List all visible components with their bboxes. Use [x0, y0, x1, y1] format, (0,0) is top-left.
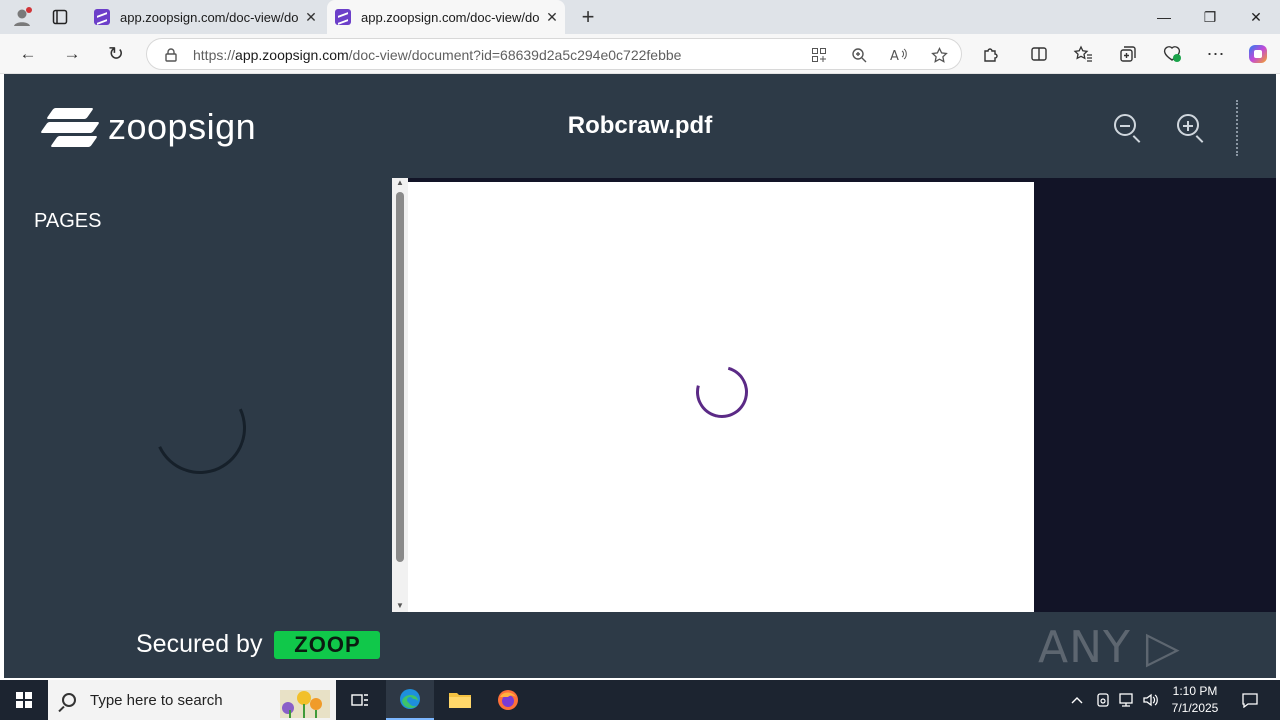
start-button[interactable]: [0, 680, 48, 720]
favorite-star-icon[interactable]: [927, 43, 951, 67]
chevron-up-icon: [1071, 697, 1083, 704]
thumbnail-loading-spinner: [141, 369, 259, 487]
header-divider: [1236, 100, 1238, 156]
back-button[interactable]: ←: [12, 38, 44, 70]
document-page[interactable]: [408, 182, 1034, 612]
minimize-button[interactable]: —: [1141, 0, 1187, 34]
app-available-icon[interactable]: [807, 43, 831, 67]
scroll-up-arrow-icon[interactable]: ▲: [392, 178, 408, 187]
app-footer: Secured by ZOOP ANY ▷ RUN: [4, 612, 1276, 724]
edge-taskbar-button[interactable]: [386, 680, 434, 720]
lock-icon[interactable]: [159, 43, 183, 67]
zoom-in-icon: [1177, 114, 1199, 136]
tab-close-icon[interactable]: ✕: [539, 9, 565, 26]
firefox-icon: [498, 690, 518, 710]
show-hidden-icons[interactable]: [1070, 680, 1084, 720]
taskbar-search-box[interactable]: Type here to search: [48, 680, 336, 720]
edge-icon: [400, 689, 420, 709]
taskbar-clock[interactable]: 1:10 PM 7/1/2025: [1160, 683, 1230, 717]
page-loading-spinner: [686, 356, 758, 428]
url-path: /doc-view/document?id=68639d2a5c294e0c72…: [348, 47, 682, 63]
search-highlight-flowers-icon: [280, 690, 330, 718]
task-view-button[interactable]: [336, 680, 384, 720]
task-view-icon: [351, 694, 368, 706]
document-viewer: [408, 178, 1276, 612]
file-explorer-button[interactable]: [436, 680, 484, 720]
volume-icon: [1143, 693, 1158, 707]
browser-essentials-icon[interactable]: [1156, 38, 1188, 70]
reload-button[interactable]: ↻: [100, 38, 132, 70]
secured-by: Secured by ZOOP: [136, 630, 381, 659]
zoopsign-favicon-icon: [335, 9, 351, 25]
zoopsign-favicon-icon: [94, 9, 110, 25]
tab-title: app.zoopsign.com/doc-view/docu: [120, 9, 298, 25]
windows-logo-icon: [16, 692, 32, 708]
collections-icon[interactable]: [1112, 38, 1144, 70]
app-header: zoopsign Robcraw.pdf: [4, 74, 1276, 178]
svg-text:A: A: [890, 49, 899, 63]
split-screen-icon[interactable]: [1023, 38, 1055, 70]
zoom-out-button[interactable]: [1106, 106, 1144, 144]
extensions-icon[interactable]: [975, 38, 1007, 70]
network-tray[interactable]: [1118, 680, 1136, 720]
settings-more-icon[interactable]: ⋯: [1200, 38, 1232, 70]
tab-close-icon[interactable]: ✕: [298, 9, 324, 26]
tab-actions-icon[interactable]: [44, 1, 76, 33]
notifications-button[interactable]: [1232, 680, 1268, 720]
url-scheme: https://: [193, 47, 236, 63]
url-host: app.zoopsign.com: [235, 47, 349, 63]
zoom-icon[interactable]: [847, 43, 871, 67]
read-aloud-icon[interactable]: A: [887, 43, 911, 67]
pages-sidebar: PAGES: [4, 178, 392, 608]
tab-title: app.zoopsign.com/doc-view/docu: [361, 9, 539, 25]
firefox-taskbar-button[interactable]: [484, 680, 532, 720]
scroll-down-arrow-icon[interactable]: ▼: [392, 601, 408, 610]
device-icon: [1097, 693, 1109, 707]
browser-tab-1[interactable]: app.zoopsign.com/doc-view/docu ✕: [86, 0, 324, 34]
sidebar-scrollbar[interactable]: ▲ ▼: [392, 178, 408, 612]
windows-taskbar: Type here to search 1:10 PM 7/1/2025: [0, 680, 1280, 720]
search-icon: [62, 693, 76, 707]
favorites-icon[interactable]: [1067, 38, 1099, 70]
zoopsign-app: zoopsign Robcraw.pdf PAGES ▲ ▼ Secured b…: [4, 74, 1276, 724]
url-text[interactable]: https://app.zoopsign.com/doc-view/docume…: [193, 47, 681, 63]
meet-now-tray[interactable]: [1095, 680, 1111, 720]
volume-tray[interactable]: [1142, 680, 1160, 720]
browser-toolbar: ← → ↻ https://app.zoopsign.com/doc-view/…: [0, 34, 1280, 74]
secured-by-text: Secured by: [136, 630, 263, 658]
folder-icon: [449, 693, 471, 708]
zoop-logo: ZOOP: [274, 630, 381, 659]
address-bar[interactable]: https://app.zoopsign.com/doc-view/docume…: [146, 38, 962, 70]
search-placeholder: Type here to search: [90, 691, 223, 709]
zoop-logo-text: ZOOP: [294, 631, 361, 657]
close-window-button[interactable]: ✕: [1233, 0, 1279, 34]
profile-icon[interactable]: [6, 1, 38, 33]
network-icon: [1119, 693, 1133, 707]
zoom-out-icon: [1114, 114, 1136, 136]
notification-icon: [1242, 693, 1258, 708]
document-title: Robcraw.pdf: [567, 112, 713, 139]
new-tab-button[interactable]: +: [572, 1, 604, 33]
clock-date: 7/1/2025: [1171, 701, 1219, 715]
copilot-icon[interactable]: [1242, 38, 1274, 70]
zoom-in-button[interactable]: [1169, 106, 1207, 144]
scrollbar-thumb[interactable]: [396, 192, 404, 562]
pages-heading: PAGES: [34, 210, 102, 232]
browser-tab-2[interactable]: app.zoopsign.com/doc-view/docu ✕: [327, 0, 565, 34]
restore-button[interactable]: ❐: [1187, 0, 1233, 34]
clock-time: 1:10 PM: [1172, 684, 1218, 698]
forward-button[interactable]: →: [56, 38, 88, 70]
browser-tab-bar: app.zoopsign.com/doc-view/docu ✕ app.zoo…: [0, 0, 1280, 34]
